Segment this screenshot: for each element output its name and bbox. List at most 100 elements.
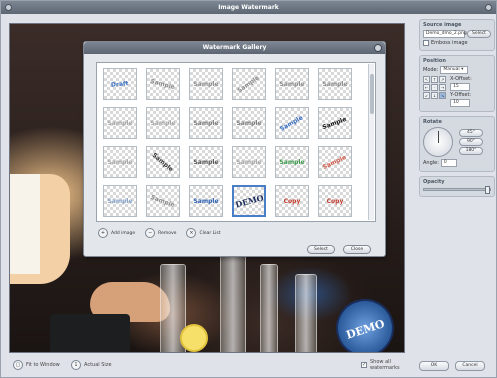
window-title: Image Watermark	[218, 4, 279, 11]
opacity-section: Opacity	[419, 176, 495, 197]
watermark-thumbnail-text: Sample	[322, 115, 348, 131]
actual-size-icon: 1	[71, 360, 81, 370]
angle-input[interactable]: 0	[440, 159, 457, 167]
watermark-thumbnail[interactable]: Copy	[275, 185, 309, 217]
watermark-thumbnail[interactable]: Sample	[146, 185, 180, 217]
photo-glass	[260, 264, 278, 352]
anchor-bottom-right[interactable]: ↘	[439, 92, 446, 99]
photo-glass	[220, 254, 246, 352]
anchor-grid[interactable]: ↖ ↑ ↗ ← · → ↙ ↓ ↘	[423, 76, 446, 99]
dialog-title: Watermark Gallery	[202, 44, 267, 51]
watermark-thumbnail[interactable]: Sample	[275, 107, 309, 139]
anchor-center[interactable]: ·	[431, 84, 438, 91]
watermark-thumbnail[interactable]: Sample	[318, 146, 352, 178]
rotate-section: Rotate 45° 90° 180° Angle: 0	[419, 116, 495, 172]
watermark-thumbnail[interactable]: Sample	[189, 68, 223, 100]
remove-button[interactable]: − Remove	[145, 228, 176, 238]
anchor-left[interactable]: ←	[423, 84, 430, 91]
watermark-thumbnail-text: Sample	[193, 119, 219, 127]
watermark-thumbnail[interactable]: Sample	[318, 68, 352, 100]
anchor-right[interactable]: →	[439, 84, 446, 91]
rotate-knob[interactable]	[423, 127, 453, 157]
watermark-gallery-dialog: Watermark Gallery Draft Sample Sample Sampl…	[83, 41, 386, 257]
add-image-button[interactable]: + Add image	[98, 228, 135, 238]
watermark-thumbnail-text: Sample	[322, 153, 348, 171]
clear-list-button[interactable]: × Clear List	[186, 228, 221, 238]
cancel-button[interactable]: Cancel	[455, 361, 485, 371]
gallery-close-button[interactable]: Close	[343, 245, 371, 254]
source-file-field[interactable]: Demo_dmo_2.png	[423, 30, 467, 38]
fit-to-window-button[interactable]: ▢ Fit to Window	[13, 360, 60, 370]
watermark-thumbnail-text: Sample	[236, 158, 262, 166]
watermark-thumbnail[interactable]: Sample	[103, 146, 137, 178]
yoffset-input[interactable]: 10	[450, 99, 470, 107]
watermark-thumbnail[interactable]: Sample	[232, 107, 266, 139]
emboss-checkbox[interactable]	[423, 40, 429, 46]
watermark-thumbnail[interactable]: Sample	[189, 146, 223, 178]
mode-label: Mode:	[423, 67, 439, 73]
watermark-thumbnail-text: Draft	[110, 79, 130, 89]
rotate-preset-button[interactable]: 180°	[459, 147, 483, 155]
watermark-thumbnail-text: Sample	[236, 119, 262, 127]
watermark-thumbnail-text: Sample	[107, 197, 133, 205]
show-all-watermarks-checkbox[interactable]: ✓ Show all watermarks	[361, 359, 405, 371]
anchor-top-right[interactable]: ↗	[439, 76, 446, 83]
scrollbar-thumb[interactable]	[370, 74, 374, 114]
watermark-thumbnail-text: Sample	[150, 119, 176, 127]
watermark-thumbnail[interactable]: Sample	[232, 146, 266, 178]
watermark-thumbnail-text: Sample	[149, 77, 176, 91]
anchor-top[interactable]: ↑	[431, 76, 438, 83]
add-image-label: Add image	[111, 230, 136, 236]
remove-label: Remove	[158, 230, 177, 236]
demo-watermark-overlay[interactable]: DEMO	[328, 291, 402, 352]
photo-shirt	[10, 174, 40, 274]
watermark-thumbnail[interactable]: Sample	[318, 107, 352, 139]
clear-icon: ×	[186, 228, 197, 238]
watermark-thumbnail[interactable]: Draft	[103, 68, 137, 100]
actual-size-button[interactable]: 1 Actual Size	[71, 360, 112, 370]
watermark-thumbnail-text: Sample	[279, 113, 305, 133]
watermark-thumbnail[interactable]: Sample	[103, 185, 137, 217]
section-title: Source image	[423, 22, 462, 28]
opacity-slider-thumb[interactable]	[485, 186, 490, 194]
show-all-label: Show all watermarks	[370, 359, 400, 371]
watermark-thumbnail[interactable]: Sample	[146, 146, 180, 178]
maximize-window-icon[interactable]	[485, 4, 492, 11]
plus-icon: +	[98, 228, 108, 238]
watermark-thumbnail[interactable]: Sample	[189, 107, 223, 139]
watermark-thumbnail-text: Sample	[107, 158, 133, 166]
watermark-thumbnail[interactable]: Copy	[318, 185, 352, 217]
watermark-thumbnail[interactable]: Sample	[232, 68, 266, 100]
gallery-list[interactable]: Draft Sample Sample Sample Sample Sample Sampl…	[96, 62, 376, 222]
rotate-preset-button[interactable]: 90°	[459, 138, 483, 146]
thumbnail-grid: Draft Sample Sample Sample Sample Sample Sampl…	[103, 68, 375, 217]
opacity-slider[interactable]	[423, 186, 491, 194]
angle-label: Angle:	[423, 160, 439, 166]
watermark-thumbnail[interactable]: Sample	[146, 68, 180, 100]
watermark-thumbnail[interactable]: Sample	[103, 107, 137, 139]
photo-glass	[295, 274, 317, 352]
watermark-thumbnail-text: Sample	[193, 158, 219, 166]
mode-select[interactable]: Manual ▾	[440, 66, 469, 74]
dialog-close-icon[interactable]	[374, 44, 382, 52]
anchor-bottom[interactable]: ↓	[431, 92, 438, 99]
watermark-thumbnail[interactable]: Sample	[275, 68, 309, 100]
gallery-select-button[interactable]: Select	[307, 245, 335, 254]
xoffset-input[interactable]: 15	[450, 83, 470, 91]
clear-list-label: Clear List	[199, 230, 221, 236]
rotate-preset-button[interactable]: 45°	[459, 129, 483, 137]
watermark-thumbnail[interactable]: Sample	[146, 107, 180, 139]
gallery-scrollbar[interactable]	[368, 64, 374, 220]
close-window-icon[interactable]	[5, 4, 12, 11]
select-source-button[interactable]: Select	[467, 30, 491, 38]
ok-button[interactable]: OK	[419, 361, 449, 371]
section-title: Rotate	[423, 119, 442, 125]
bottom-toolbar: ▢ Fit to Window 1 Actual Size ✓ Show all…	[9, 357, 405, 373]
anchor-top-left[interactable]: ↖	[423, 76, 430, 83]
watermark-thumbnail[interactable]: DEMO	[232, 185, 266, 217]
photo-lemon	[180, 324, 208, 352]
watermark-thumbnail[interactable]: Sample	[189, 185, 223, 217]
watermark-thumbnail[interactable]: Sample	[275, 146, 309, 178]
watermark-thumbnail-text: Copy	[283, 197, 301, 205]
anchor-bottom-left[interactable]: ↙	[423, 92, 430, 99]
